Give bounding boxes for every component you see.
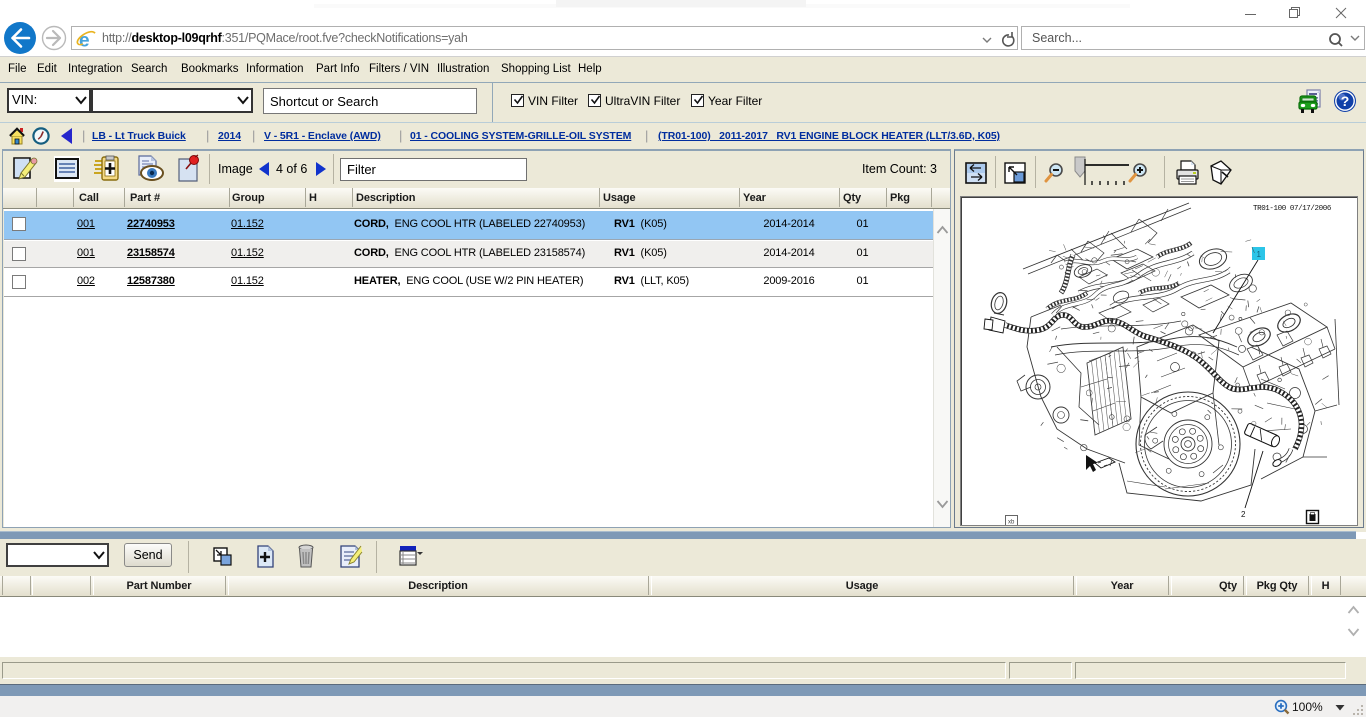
svg-text:1: 1 bbox=[1257, 250, 1262, 259]
svg-text:xb: xb bbox=[1008, 520, 1015, 526]
svg-text:2: 2 bbox=[1241, 510, 1246, 519]
svg-text:?: ? bbox=[1341, 93, 1350, 109]
svg-text:TR01-100 07/17/2006: TR01-100 07/17/2006 bbox=[1253, 205, 1332, 213]
